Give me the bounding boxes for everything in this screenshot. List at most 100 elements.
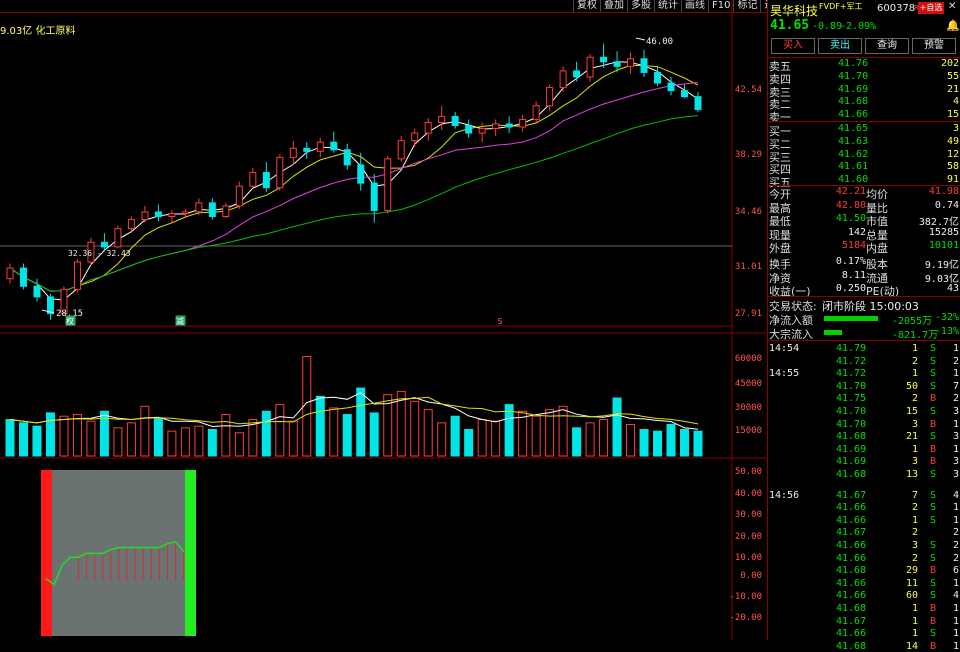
volume-bar xyxy=(126,422,136,457)
book-price[interactable]: 41.65 xyxy=(838,123,868,134)
bell-icon[interactable]: 🔔 xyxy=(946,19,960,32)
range-marker: 32.36 - 32.43 xyxy=(68,249,131,258)
candle-body xyxy=(478,128,486,134)
volume-axis-label: 30000 xyxy=(735,403,762,413)
book-price[interactable]: 41.68 xyxy=(838,96,868,107)
ma60-line xyxy=(9,115,699,292)
candle-body xyxy=(600,56,608,63)
candle-body xyxy=(114,228,122,248)
flow-bar xyxy=(824,316,878,321)
tick-count: 1 xyxy=(952,502,959,514)
price-axis-label: 42.54 xyxy=(735,85,762,95)
kline-chart[interactable]: 42.5438.2934.4631.0127.9146.0028.1532.36… xyxy=(0,0,766,640)
tick-price: 41.66 xyxy=(836,590,867,602)
tick-count: 1 xyxy=(952,418,959,430)
add-watchlist-button[interactable]: +自选 xyxy=(918,2,944,14)
volume-bar xyxy=(558,405,568,457)
volume-bar xyxy=(599,419,609,457)
volume-bar xyxy=(329,407,339,457)
candle-body xyxy=(141,211,149,221)
volume-bar xyxy=(32,425,42,457)
tick-side: B xyxy=(930,640,937,652)
book-volume: 49 xyxy=(946,135,959,147)
book-price[interactable]: 41.76 xyxy=(838,58,868,69)
candle-body xyxy=(343,149,351,166)
volume-bar xyxy=(5,419,15,457)
volume-bar xyxy=(113,427,123,457)
flow-value: -2055万 xyxy=(892,316,933,327)
tick-price: 41.66 xyxy=(836,628,867,640)
candle-body xyxy=(505,123,513,128)
tick-volume: 14 xyxy=(905,640,918,652)
book-volume: 3 xyxy=(952,123,959,134)
candle-body xyxy=(235,185,243,207)
volume-bar xyxy=(261,410,271,457)
candle-body xyxy=(424,121,432,134)
tick-side: S xyxy=(930,406,937,417)
candle-body xyxy=(546,87,554,107)
tick-price: 41.67 xyxy=(836,527,867,539)
candle-body xyxy=(384,158,392,211)
volume-bar xyxy=(666,424,676,457)
tick-count: 4 xyxy=(952,489,959,501)
close-icon[interactable]: ✕ xyxy=(948,1,956,12)
volume-bar xyxy=(315,395,325,457)
volume-bar xyxy=(153,417,163,457)
tick-price: 41.68 xyxy=(836,640,867,652)
volume-bar xyxy=(612,397,622,457)
tick-volume: 2 xyxy=(911,527,918,539)
tick-price: 41.66 xyxy=(836,514,867,526)
volume-bar xyxy=(221,414,231,457)
candle-body xyxy=(694,96,702,111)
tick-volume: 2 xyxy=(911,552,918,564)
book-price[interactable]: 41.62 xyxy=(838,149,868,160)
price-axis-label: 34.46 xyxy=(735,207,762,217)
candle-body xyxy=(19,267,27,287)
tick-side: B xyxy=(930,443,937,455)
alert-button[interactable]: 预警 xyxy=(912,38,956,54)
tick-price: 41.68 xyxy=(836,469,867,480)
stat-value: 142 xyxy=(847,226,866,238)
book-price[interactable]: 41.63 xyxy=(838,136,868,147)
book-volume: 4 xyxy=(952,96,959,108)
book-price[interactable]: 41.70 xyxy=(838,71,868,82)
candle-body xyxy=(465,124,473,134)
tick-volume: 2 xyxy=(911,355,918,367)
tick-volume: 1 xyxy=(911,368,918,380)
tick-price: 41.75 xyxy=(836,393,867,405)
tick-count: 2 xyxy=(952,393,959,405)
buy-button[interactable]: 买入 xyxy=(771,38,815,54)
tick-side: S xyxy=(930,355,937,367)
tick-price: 41.67 xyxy=(836,489,867,501)
flow-value: -821.7万 xyxy=(892,330,939,341)
candle-body xyxy=(532,105,540,120)
tick-count: 2 xyxy=(952,540,959,551)
tick-count: 4 xyxy=(952,590,959,602)
book-price[interactable]: 41.69 xyxy=(838,84,868,95)
tick-side: B xyxy=(930,565,937,577)
volume-bar xyxy=(234,432,244,457)
tick-side: S xyxy=(930,552,937,564)
book-price[interactable]: 41.60 xyxy=(838,174,868,185)
book-price[interactable]: 41.66 xyxy=(838,109,868,120)
tick-count: 1 xyxy=(952,577,959,589)
candle-body xyxy=(654,71,662,84)
tick-volume: 13 xyxy=(905,469,918,480)
tick-count: 6 xyxy=(952,565,959,577)
tick-volume: 1 xyxy=(911,514,918,526)
tick-time: 14:56 xyxy=(769,489,800,501)
book-price[interactable]: 41.61 xyxy=(838,161,868,172)
tick-volume: 21 xyxy=(905,431,918,443)
tick-count: 7 xyxy=(952,380,959,392)
high-marker: 46.00 xyxy=(646,37,673,47)
volume-bar xyxy=(72,414,82,457)
tick-side: S xyxy=(930,628,937,640)
tick-count: 3 xyxy=(952,406,959,417)
volume-bar xyxy=(410,400,420,457)
tick-count: 2 xyxy=(952,355,959,367)
volume-bar xyxy=(342,414,352,457)
indicator-right-handle xyxy=(185,470,196,636)
sell-button[interactable]: 卖出 xyxy=(818,38,862,54)
volume-bar xyxy=(639,428,649,457)
query-button[interactable]: 查询 xyxy=(865,38,909,54)
